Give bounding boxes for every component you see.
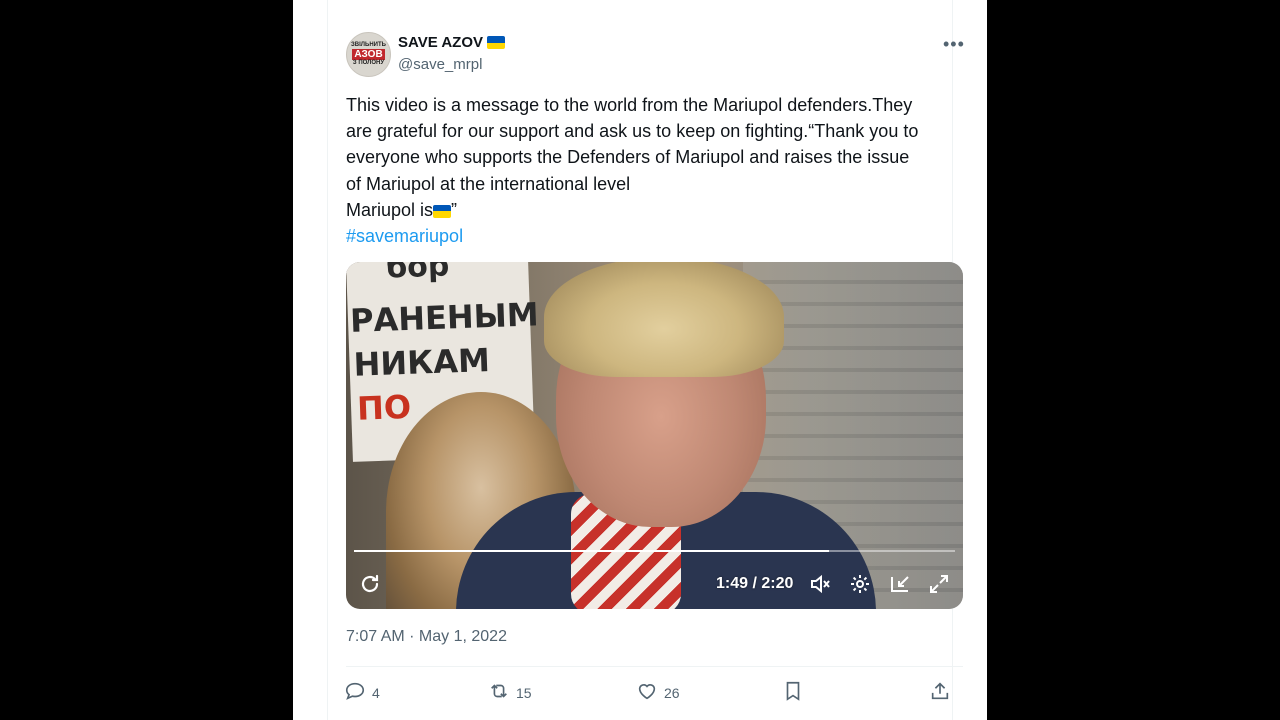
tweet-line-suffix: ”	[451, 199, 458, 220]
tweet-line: everyone who supports the Defenders of M…	[346, 147, 910, 168]
actions-divider	[346, 666, 963, 667]
tweet-line: are grateful for our support and ask us …	[346, 121, 919, 142]
avatar-text-top: ЗВІЛЬНИТЬ	[351, 42, 386, 48]
video-controls: 1:49 / 2:20	[346, 568, 963, 600]
repost-icon	[488, 680, 510, 705]
tweet-actions: 4 15 26	[344, 680, 963, 708]
avatar-text-bottom: З ПОЛОНУ	[352, 60, 385, 66]
ukraine-flag-icon	[433, 204, 452, 218]
sign-text: бор	[385, 262, 450, 286]
video-player[interactable]: бор РАНЕНЫМ НИКАМ ПО 1:49 / 2:20	[346, 262, 963, 609]
tweet-line: of Mariupol at the international level	[346, 173, 631, 194]
bookmark-button[interactable]	[782, 680, 804, 705]
like-button[interactable]: 26	[636, 680, 680, 705]
volume-icon[interactable]	[808, 572, 832, 596]
tweet-line-prefix: Mariupol is	[346, 199, 434, 220]
author-handle[interactable]: @save_mrpl	[398, 56, 482, 73]
tweet-timestamp[interactable]: 7:07 AM · May 1, 2022	[346, 628, 507, 646]
reply-icon	[344, 680, 366, 705]
author-name[interactable]: SAVE AZOV	[398, 34, 506, 51]
ukraine-flag-icon	[487, 36, 506, 49]
video-time: 1:49 / 2:20	[716, 575, 794, 592]
repost-button[interactable]: 15	[488, 680, 532, 705]
settings-icon[interactable]	[848, 572, 872, 596]
reply-button[interactable]: 4	[344, 680, 380, 705]
sign-text: ПО	[356, 387, 412, 428]
bookmark-icon	[782, 680, 804, 705]
tweet-text: This video is a message to the world fro…	[346, 92, 956, 249]
like-count: 26	[664, 684, 680, 701]
sign-text: НИКАМ	[352, 341, 491, 384]
replay-icon[interactable]	[358, 572, 382, 596]
like-icon	[636, 680, 658, 705]
repost-count: 15	[516, 684, 532, 701]
author-display-name[interactable]: SAVE AZOV	[398, 34, 483, 51]
tweet-line: This video is a message to the world fro…	[346, 95, 913, 115]
video-progress-fill	[354, 550, 829, 552]
tweet-page: ЗВІЛЬНИТЬ АЗОВ З ПОЛОНУ SAVE AZOV @save_…	[293, 0, 987, 720]
fullscreen-icon[interactable]	[927, 572, 951, 596]
more-icon[interactable]: •••	[943, 34, 967, 54]
reply-count: 4	[372, 684, 380, 701]
tweet-line-last: Mariupol is ”	[346, 197, 956, 223]
share-button[interactable]	[929, 680, 951, 705]
pip-icon[interactable]	[888, 572, 912, 596]
avatar[interactable]: ЗВІЛЬНИТЬ АЗОВ З ПОЛОНУ	[346, 32, 391, 77]
share-icon	[929, 680, 951, 705]
column-divider-left	[327, 0, 328, 720]
avatar-text-main: АЗОВ	[352, 49, 385, 60]
sign-text: РАНЕНЫМ	[349, 295, 540, 340]
hashtag-link[interactable]: #savemariupol	[346, 223, 956, 249]
video-progress-bar[interactable]	[354, 550, 955, 552]
video-person-hair	[544, 262, 784, 377]
